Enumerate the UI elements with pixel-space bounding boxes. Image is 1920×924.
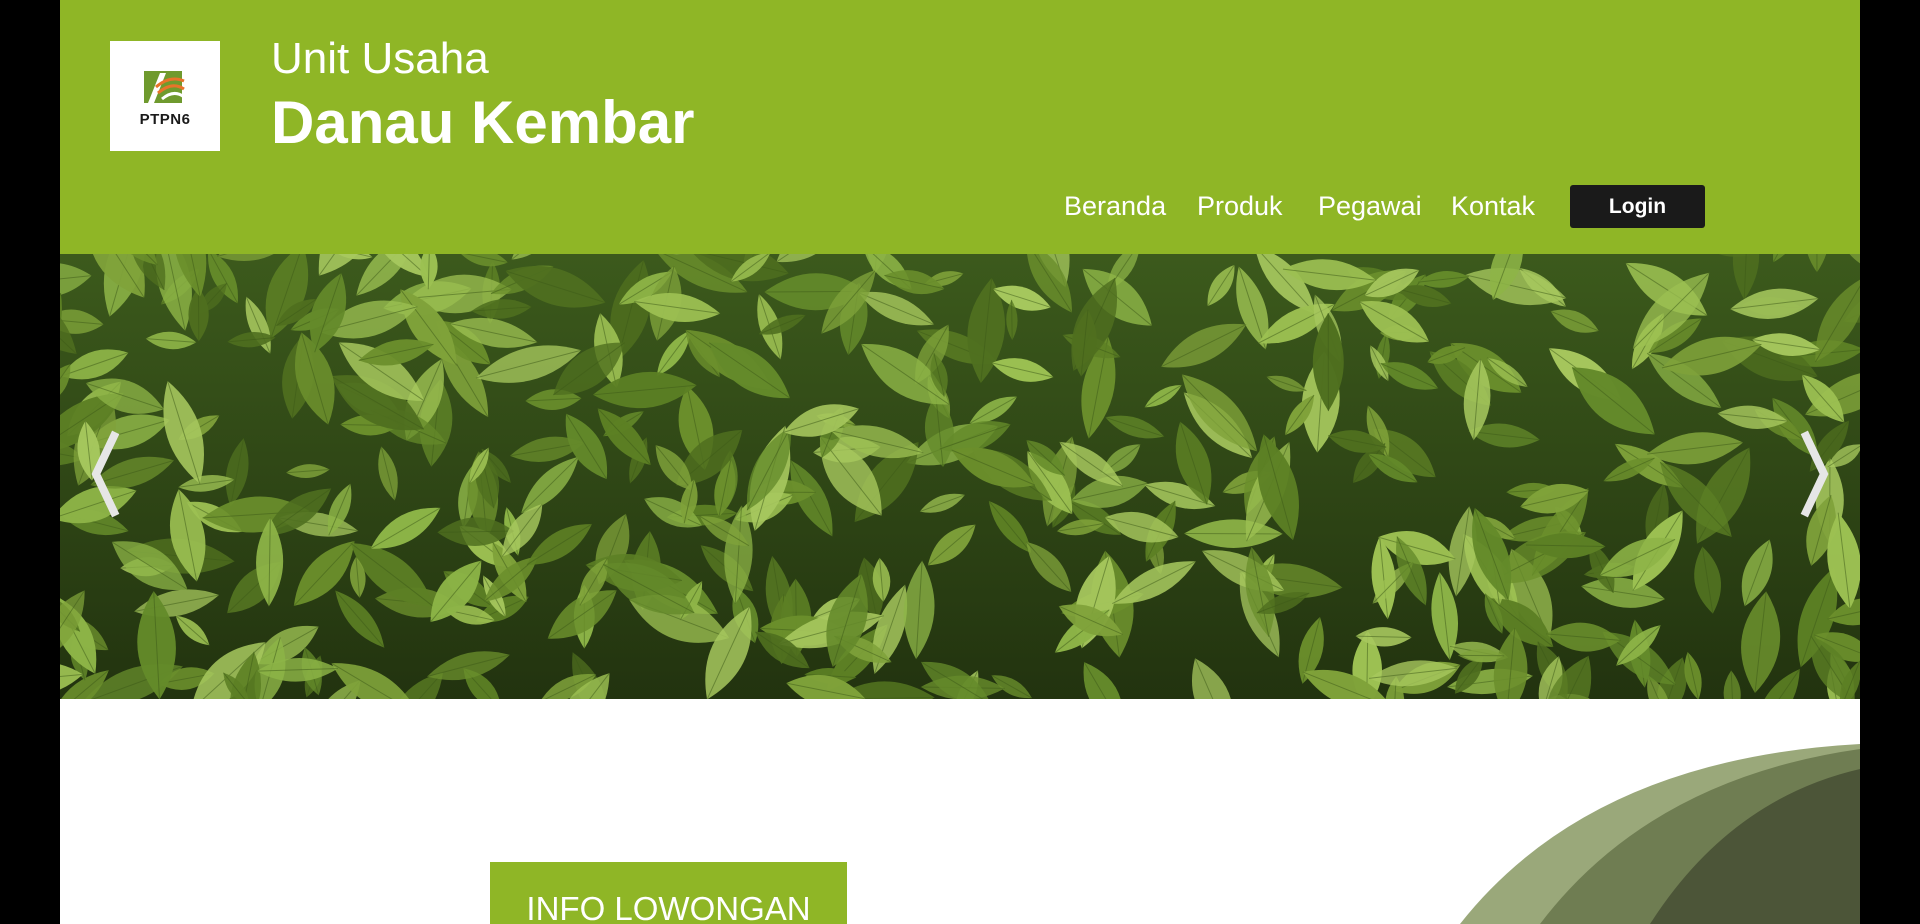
logo-text: PTPN6 [139,111,191,128]
site-subtitle: Unit Usaha [271,34,489,83]
hero-carousel[interactable] [60,254,1860,699]
ptpn6-logo[interactable]: PTPN6 [110,41,220,151]
chevron-left-icon [91,430,120,518]
page: PTPN6 Unit Usaha Danau Kembar Beranda Pr… [60,0,1860,924]
nav-link-pegawai[interactable]: Pegawai [1318,191,1422,222]
carousel-next-button[interactable] [1786,424,1846,524]
login-button[interactable]: Login [1570,185,1705,228]
carousel-prev-button[interactable] [74,424,134,524]
chevron-right-icon [1800,430,1829,518]
nav-link-produk[interactable]: Produk [1197,191,1283,222]
nav-link-beranda[interactable]: Beranda [1064,191,1166,222]
nav-link-kontak[interactable]: Kontak [1451,191,1535,222]
content-section: INFO LOWONGAN [60,699,1860,924]
decorative-arc [1460,744,1860,924]
info-lowongan-button[interactable]: INFO LOWONGAN [490,862,847,924]
ptpn6-logo-icon [144,71,185,103]
site-header: PTPN6 Unit Usaha Danau Kembar Beranda Pr… [60,0,1860,254]
tea-leaves-image [60,254,1860,699]
site-title: Danau Kembar [271,89,695,156]
